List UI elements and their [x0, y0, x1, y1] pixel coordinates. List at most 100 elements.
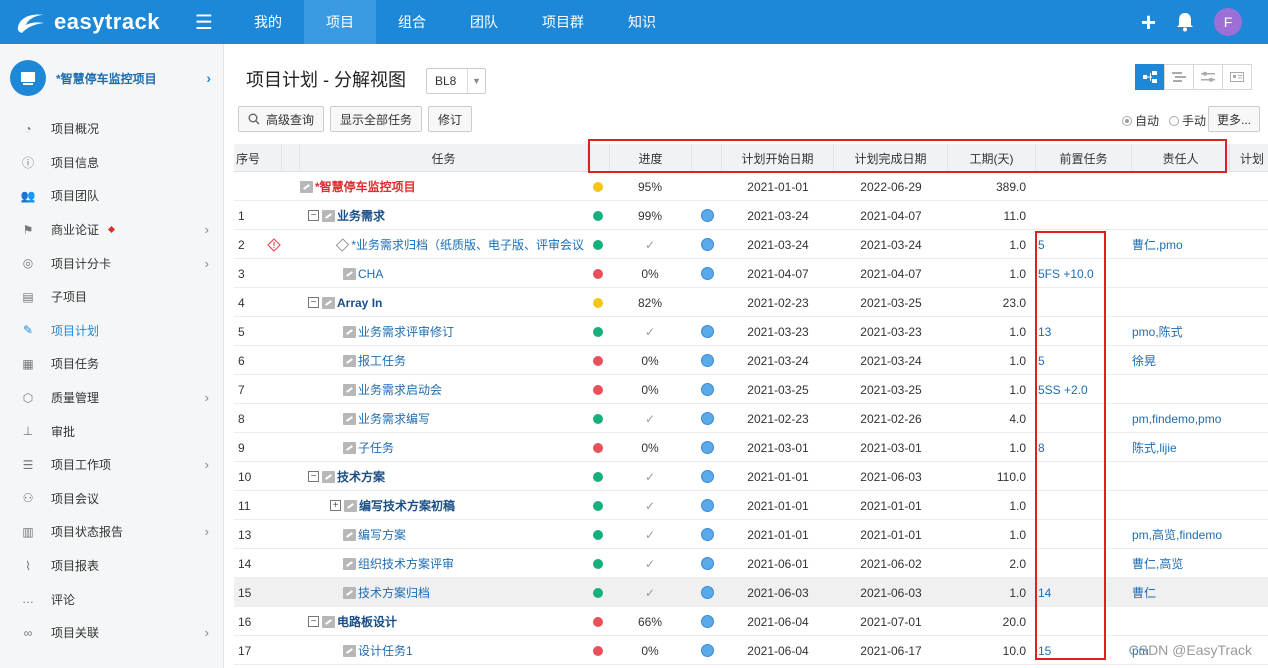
task-name[interactable]: *智慧停车监控项目 — [315, 178, 416, 195]
owner-cell[interactable] — [1132, 491, 1268, 520]
owner-cell[interactable] — [1132, 259, 1268, 288]
task-type-icon[interactable] — [700, 238, 714, 251]
sidebar-item-5[interactable]: ▤ 子项目 — [0, 280, 223, 314]
task-type-icon[interactable] — [700, 470, 714, 483]
task-type-icon[interactable] — [700, 615, 714, 628]
owner-cell[interactable] — [1132, 375, 1268, 404]
avatar[interactable]: F — [1214, 8, 1242, 36]
advanced-search-button[interactable]: 高级查询 — [238, 106, 325, 132]
table-row[interactable]: 13 编写方案 ✓ 2021-01-01 2021-01-01 1.0 pm,高览,find… — [234, 520, 1268, 549]
auto-radio[interactable]: 自动 — [1121, 112, 1159, 129]
owner-cell[interactable] — [1132, 288, 1268, 317]
nav-item-0[interactable]: 我的 — [232, 0, 304, 44]
collapse-icon[interactable]: − — [308, 297, 319, 308]
revise-button[interactable]: 修订 — [428, 106, 473, 132]
header-task[interactable]: 任务 — [300, 144, 588, 172]
menu-icon[interactable]: ☰ — [180, 10, 228, 35]
more-button[interactable]: 更多... — [1207, 106, 1260, 132]
baseline-select[interactable]: BL8 ▼ — [426, 68, 486, 94]
chevron-right-icon[interactable]: › — [205, 625, 209, 640]
nav-item-4[interactable]: 项目群 — [520, 0, 606, 44]
sidebar-item-3[interactable]: ⚑ 商业论证 › — [0, 213, 223, 247]
task-type-icon[interactable] — [700, 354, 714, 367]
table-row[interactable]: 1 − 业务需求 99% 2021-03-24 2021-04-07 11.0 — [234, 201, 1268, 230]
sidebar-item-15[interactable]: ∞ 项目关联 › — [0, 616, 223, 650]
task-type-icon[interactable] — [700, 644, 714, 657]
task-name[interactable]: 报工任务 — [358, 352, 406, 369]
task-name[interactable]: *业务需求归档（纸质版、电子版、评审会议 — [351, 236, 584, 253]
task-type-icon[interactable] — [700, 528, 714, 541]
table-row[interactable]: 4 − Array In 82% 2021-02-23 2021-03-25 23.0 — [234, 288, 1268, 317]
task-type-icon[interactable] — [700, 325, 714, 338]
table-row[interactable]: 9 子任务 0% 2021-03-01 2021-03-01 1.0 8 陈式,lijie — [234, 433, 1268, 462]
project-header[interactable]: *智慧停车监控项目 › — [0, 44, 223, 112]
owner-cell[interactable]: pm,高览,findemo — [1132, 520, 1268, 549]
task-name[interactable]: 组织技术方案评审 — [358, 555, 454, 572]
owner-cell[interactable]: 曹仁,高览 — [1132, 549, 1268, 578]
table-row[interactable]: 5 业务需求评审修订 ✓ 2021-03-23 2021-03-23 1.0 13 pmo,陈… — [234, 317, 1268, 346]
task-name[interactable]: 电路板设计 — [337, 613, 397, 630]
collapse-icon[interactable]: − — [308, 471, 319, 482]
task-type-icon[interactable] — [700, 209, 714, 222]
nav-item-2[interactable]: 组合 — [376, 0, 448, 44]
task-name[interactable]: CHA — [358, 267, 383, 281]
task-name[interactable]: 业务需求编写 — [358, 410, 430, 427]
table-row[interactable]: 16 − 电路板设计 66% 2021-06-04 2021-07-01 20.0 — [234, 607, 1268, 636]
sidebar-item-9[interactable]: ⊥ 审批 — [0, 414, 223, 448]
sidebar-item-12[interactable]: ▥ 项目状态报告 › — [0, 515, 223, 549]
owner-cell[interactable] — [1132, 172, 1268, 201]
task-name[interactable]: 业务需求 — [337, 207, 385, 224]
table-row[interactable]: 11 + 编写技术方案初稿 ✓ 2021-01-01 2021-01-01 1.0 — [234, 491, 1268, 520]
tree-view-button[interactable] — [1135, 64, 1165, 90]
sidebar-item-6[interactable]: ✎ 项目计划 — [0, 314, 223, 348]
nav-item-1[interactable]: 项目 — [304, 0, 376, 44]
manual-radio[interactable]: 手动 — [1168, 112, 1206, 129]
task-name[interactable]: 子任务 — [358, 439, 394, 456]
show-all-tasks-button[interactable]: 显示全部任务 — [330, 106, 423, 132]
owner-cell[interactable]: 曹仁,pmo — [1132, 230, 1268, 259]
sidebar-item-14[interactable]: … 评论 — [0, 582, 223, 616]
task-name[interactable]: 编写方案 — [358, 526, 406, 543]
sidebar-item-13[interactable]: ⌇ 项目报表 — [0, 549, 223, 583]
predecessor-cell[interactable] — [1038, 172, 1128, 201]
sidebar-item-7[interactable]: ▦ 项目任务 — [0, 347, 223, 381]
task-type-icon[interactable] — [700, 412, 714, 425]
chevron-right-icon[interactable]: › — [205, 390, 209, 405]
header-seq[interactable]: 序号 — [234, 144, 282, 172]
owner-cell[interactable]: pm,findemo,pmo — [1132, 404, 1268, 433]
task-name[interactable]: 业务需求启动会 — [358, 381, 442, 398]
expand-icon[interactable]: + — [330, 500, 341, 511]
task-name[interactable]: 设计任务1 — [358, 642, 413, 659]
owner-cell[interactable]: pmo,陈式 — [1132, 317, 1268, 346]
sidebar-item-8[interactable]: ⬡ 质量管理 › — [0, 381, 223, 415]
chevron-right-icon[interactable]: › — [206, 70, 211, 86]
owner-cell[interactable]: 陈式,lijie — [1132, 433, 1268, 462]
table-row[interactable]: 3 CHA 0% 2021-04-07 2021-04-07 1.0 5FS +10.0 — [234, 259, 1268, 288]
predecessor-cell[interactable] — [1038, 201, 1128, 230]
header-plan[interactable]: 计划 — [1230, 144, 1268, 172]
owner-cell[interactable]: 曹仁 — [1132, 578, 1268, 607]
card-view-button[interactable] — [1222, 64, 1252, 90]
table-row[interactable]: 6 报工任务 0% 2021-03-24 2021-03-24 1.0 5 徐晃 — [234, 346, 1268, 375]
filter-view-button[interactable] — [1193, 64, 1223, 90]
table-row[interactable]: 15 技术方案归档 ✓ 2021-06-03 2021-06-03 1.0 14 曹仁 — [234, 578, 1268, 607]
table-row[interactable]: 8 业务需求编写 ✓ 2021-02-23 2021-02-26 4.0 pm,findem… — [234, 404, 1268, 433]
sidebar-item-1[interactable]: ⓘ 项目信息 — [0, 146, 223, 180]
owner-cell[interactable] — [1132, 201, 1268, 230]
collapse-icon[interactable]: − — [308, 210, 319, 221]
task-type-icon[interactable] — [700, 383, 714, 396]
bell-icon[interactable] — [1176, 12, 1194, 32]
collapse-icon[interactable]: − — [308, 616, 319, 627]
chevron-right-icon[interactable]: › — [205, 457, 209, 472]
table-row[interactable]: 7 业务需求启动会 0% 2021-03-25 2021-03-25 1.0 5SS +2.… — [234, 375, 1268, 404]
sidebar-item-4[interactable]: ◎ 项目计分卡 › — [0, 246, 223, 280]
task-name[interactable]: Array In — [337, 296, 382, 310]
sidebar-item-2[interactable]: 👥 项目团队 — [0, 179, 223, 213]
chevron-right-icon[interactable]: › — [205, 524, 209, 539]
logo[interactable]: easytrack — [0, 9, 180, 35]
table-row[interactable]: 10 − 技术方案 ✓ 2021-01-01 2021-06-03 110.0 — [234, 462, 1268, 491]
task-type-icon[interactable] — [700, 267, 714, 280]
table-row[interactable]: *智慧停车监控项目 95% 2021-01-01 2022-06-29 389.0 — [234, 172, 1268, 201]
owner-cell[interactable]: 徐晃 — [1132, 346, 1268, 375]
table-row[interactable]: 17 设计任务1 0% 2021-06-04 2021-06-17 10.0 15 pm — [234, 636, 1268, 665]
